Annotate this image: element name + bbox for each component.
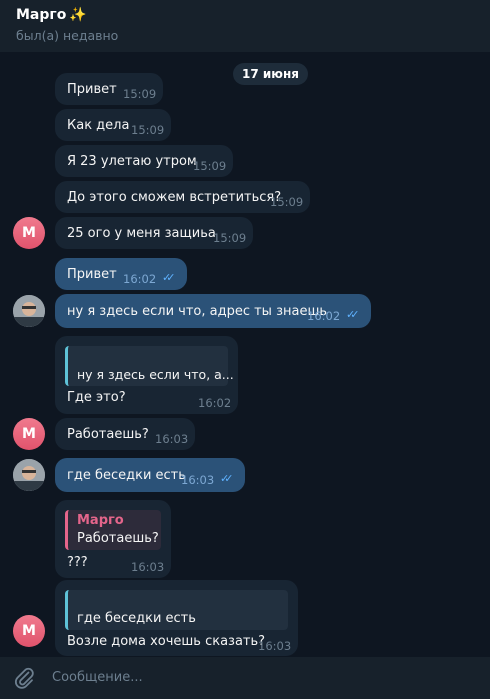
sparkle-icon: ✨	[69, 7, 87, 23]
user-avatar[interactable]	[13, 295, 45, 327]
message-time: 16:03	[258, 639, 292, 653]
message-composer: Сообщение...	[0, 657, 490, 699]
message-text: Работаешь?	[67, 427, 149, 442]
message-bubble[interactable]: 25 ого у меня защиьа 15:09	[55, 217, 253, 249]
message-bubble[interactable]: где беседки есть 16:03 ✓✓	[55, 458, 245, 492]
quoted-author: Марго	[77, 513, 124, 528]
reply-quote[interactable]: Марго Работаешь?	[65, 510, 161, 550]
message-input[interactable]: Сообщение...	[52, 670, 143, 685]
attach-paperclip-icon[interactable]	[12, 666, 36, 690]
message-text: До этого сможем встретиться?	[67, 190, 282, 205]
contact-status: был(а) недавно	[16, 28, 119, 43]
quoted-text: где беседки есть	[77, 611, 196, 626]
contact-name: Марго	[16, 7, 67, 23]
message-text: Я 23 улетаю утром	[67, 154, 197, 169]
message-time: 16:02	[198, 396, 232, 410]
user-avatar[interactable]	[13, 459, 45, 491]
message-time: 15:09	[193, 159, 227, 173]
message-text: Привет	[67, 267, 117, 282]
message-bubble[interactable]: Привет 15:09	[55, 73, 163, 105]
user-photo-icon	[13, 295, 45, 327]
message-time: 16:03	[181, 473, 215, 487]
message-time: 15:09	[270, 195, 304, 209]
message-bubble[interactable]: Привет 16:02 ✓✓	[55, 258, 187, 290]
quoted-text: Работаешь?	[77, 531, 159, 546]
message-time: 16:03	[131, 560, 165, 574]
avatar[interactable]: М	[13, 217, 45, 249]
quoted-text: ну я здесь если что, а...	[77, 367, 234, 382]
message-text: ???	[67, 555, 88, 570]
read-checks-icon: ✓✓	[220, 472, 234, 485]
reply-quote[interactable]: где беседки есть	[65, 590, 288, 630]
message-time: 16:03	[155, 432, 189, 446]
message-text: 25 ого у меня защиьа	[67, 226, 216, 241]
read-checks-icon: ✓✓	[162, 271, 176, 284]
message-bubble[interactable]: До этого сможем встретиться? 15:09	[55, 181, 310, 213]
message-bubble[interactable]: Как дела 15:09	[55, 109, 171, 141]
contact-name-row: Марго ✨	[16, 7, 87, 23]
message-text: Как дела	[67, 118, 130, 133]
message-bubble[interactable]: ну я здесь если что, а... Где это? 16:02	[55, 336, 238, 414]
message-text: Возле дома хочешь сказать?	[67, 634, 266, 649]
message-text: где беседки есть	[67, 468, 186, 483]
message-time: 15:09	[131, 123, 165, 137]
message-text: ну я здесь если что, адрес ты знаешь	[67, 304, 328, 319]
date-separator: 17 июня	[233, 63, 308, 85]
avatar[interactable]: М	[13, 418, 45, 450]
message-text: Привет	[67, 82, 117, 97]
user-photo-icon	[13, 459, 45, 491]
reply-quote[interactable]: ну я здесь если что, а...	[65, 346, 234, 386]
message-time: 15:09	[213, 231, 247, 245]
message-text: Где это?	[67, 390, 126, 405]
message-bubble[interactable]: ну я здесь если что, адрес ты знаешь 16:…	[55, 294, 371, 328]
message-bubble[interactable]: Марго Работаешь? ??? 16:03	[55, 500, 171, 578]
message-time: 15:09	[123, 87, 157, 101]
message-bubble[interactable]: Я 23 улетаю утром 15:09	[55, 145, 233, 177]
read-checks-icon: ✓✓	[346, 308, 360, 321]
avatar[interactable]: М	[13, 615, 45, 647]
message-time: 16:02	[307, 309, 341, 323]
chat-header[interactable]: Марго ✨ был(а) недавно	[0, 0, 490, 52]
message-time: 16:02	[123, 272, 157, 286]
message-bubble[interactable]: где беседки есть Возле дома хочешь сказа…	[55, 580, 298, 656]
message-bubble[interactable]: Работаешь? 16:03	[55, 418, 195, 450]
